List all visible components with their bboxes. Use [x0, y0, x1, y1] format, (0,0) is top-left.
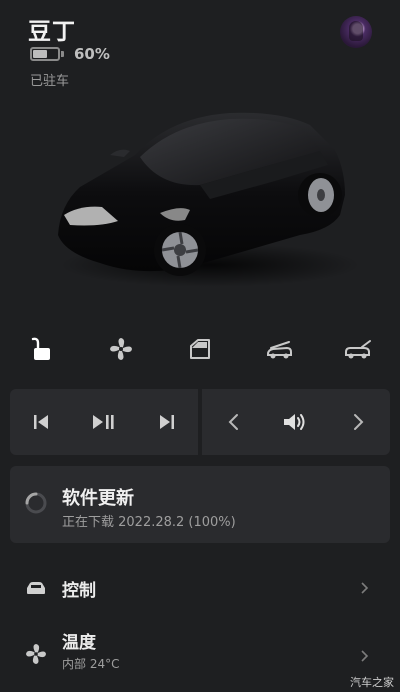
next-track-icon	[159, 415, 174, 429]
software-update-card[interactable]: 软件更新 正在下载 2022.28.2 (100%)	[10, 466, 390, 543]
menu-item-climate[interactable]: 温度 内部 24°C	[0, 622, 400, 678]
previous-track-icon	[34, 415, 49, 429]
volume-icon	[283, 414, 305, 430]
previous-source-button[interactable]	[213, 402, 253, 442]
chevron-right-icon	[353, 414, 364, 430]
climate-interior-temp: 内部 24°C	[62, 657, 120, 671]
battery-icon	[30, 47, 60, 61]
trunk-button[interactable]	[338, 330, 378, 368]
header: 豆丁 60% 已驻车	[28, 12, 372, 92]
play-pause-icon	[92, 415, 114, 429]
fan-icon	[26, 644, 46, 664]
climate-label: 温度	[62, 633, 96, 653]
quick-controls	[22, 330, 378, 368]
trunk-icon	[345, 340, 371, 359]
battery-fill	[33, 50, 48, 58]
next-source-button[interactable]	[339, 402, 379, 442]
car-name: 豆丁	[28, 19, 76, 45]
media-controls	[10, 389, 390, 455]
menu-item-controls[interactable]: 控制	[0, 560, 400, 616]
fan-icon	[110, 338, 132, 360]
source-group	[202, 389, 390, 455]
climate-fan-button[interactable]	[101, 330, 141, 368]
battery-status: 60%	[30, 45, 110, 63]
watermark: 汽车之家	[350, 676, 394, 689]
previous-track-button[interactable]	[21, 402, 61, 442]
frunk-icon	[267, 341, 292, 359]
chevron-right-icon	[361, 582, 369, 594]
loading-spinner-icon	[25, 492, 47, 514]
play-pause-button[interactable]	[84, 402, 124, 442]
update-progress: 正在下载 2022.28.2 (100%)	[62, 515, 236, 530]
park-status: 已驻车	[30, 74, 70, 89]
unlock-icon	[31, 337, 50, 360]
car-icon	[27, 582, 45, 594]
volume-button[interactable]	[276, 402, 316, 442]
chevron-left-icon	[228, 414, 239, 430]
car-image	[40, 95, 360, 295]
chevron-right-icon	[361, 650, 369, 662]
next-track-button[interactable]	[147, 402, 187, 442]
frunk-button[interactable]	[259, 330, 299, 368]
window-button[interactable]	[180, 330, 220, 368]
window-icon	[190, 339, 210, 359]
unlock-button[interactable]	[22, 330, 62, 368]
playback-group	[10, 389, 198, 455]
controls-label: 控制	[62, 581, 96, 601]
update-title: 软件更新	[62, 488, 134, 509]
profile-avatar[interactable]	[340, 16, 372, 48]
battery-nub	[61, 51, 64, 57]
battery-percent: 60%	[74, 45, 110, 63]
